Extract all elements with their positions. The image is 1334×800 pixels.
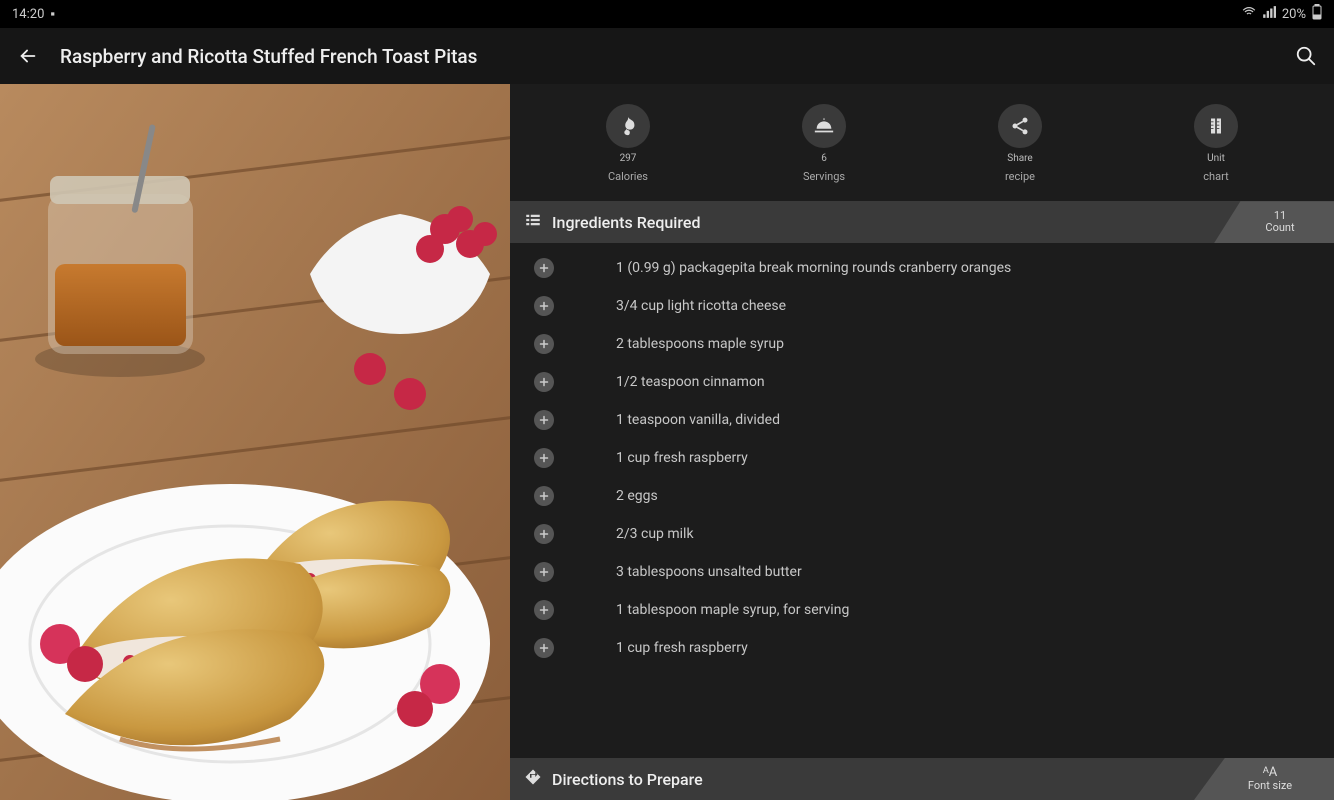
recipe-photo — [0, 84, 510, 800]
add-ingredient-button[interactable] — [534, 410, 554, 430]
ingredients-count-label: Count — [1265, 222, 1294, 234]
battery-icon — [1312, 4, 1322, 24]
share-icon — [998, 104, 1042, 148]
unit-label: chart — [1203, 170, 1228, 183]
add-ingredient-button[interactable] — [534, 524, 554, 544]
ingredient-row: 1/2 teaspoon cinnamon — [510, 363, 1334, 401]
calories-value: 297 — [620, 154, 637, 164]
add-ingredient-button[interactable] — [534, 562, 554, 582]
add-ingredient-button[interactable] — [534, 486, 554, 506]
ingredient-text: 2/3 cup milk — [586, 526, 694, 542]
unit-chart-metric[interactable]: Unit chart — [1181, 104, 1251, 183]
share-metric[interactable]: Share recipe — [985, 104, 1055, 183]
ingredient-text: 2 eggs — [586, 488, 658, 504]
ingredient-text: 1 (0.99 g) packagepita break morning rou… — [586, 260, 1011, 276]
directions-title: Directions to Prepare — [552, 770, 703, 789]
search-button[interactable] — [1294, 44, 1318, 68]
unit-value: Unit — [1207, 154, 1225, 164]
signal-icon — [1262, 5, 1276, 23]
ingredient-text: 1 tablespoon maple syrup, for serving — [586, 602, 849, 618]
calories-metric[interactable]: 297 Calories — [593, 104, 663, 183]
servings-label: Servings — [803, 170, 845, 183]
ingredients-list[interactable]: 1 (0.99 g) packagepita break morning rou… — [510, 243, 1334, 758]
ingredient-row: 2 tablespoons maple syrup — [510, 325, 1334, 363]
ruler-icon — [1194, 104, 1238, 148]
ingredient-text: 1 teaspoon vanilla, divided — [586, 412, 780, 428]
fontsize-icon: ᴬA — [1263, 766, 1277, 780]
share-value: Share — [1007, 154, 1032, 164]
status-bar: 14:20 ▪ 20% — [0, 0, 1334, 28]
battery-percent: 20% — [1282, 7, 1306, 22]
fontsize-chip[interactable]: ᴬA Font size — [1194, 758, 1334, 800]
add-ingredient-button[interactable] — [534, 334, 554, 354]
add-ingredient-button[interactable] — [534, 600, 554, 620]
ingredients-count-chip[interactable]: 11 Count — [1214, 201, 1334, 243]
flame-icon — [606, 104, 650, 148]
add-ingredient-button[interactable] — [534, 638, 554, 658]
directions-header[interactable]: Directions to Prepare ᴬA Font size — [510, 758, 1334, 800]
ingredient-row: 1 cup fresh raspberry — [510, 629, 1334, 667]
ingredient-row: 3/4 cup light ricotta cheese — [510, 287, 1334, 325]
ingredient-row: 2 eggs — [510, 477, 1334, 515]
ingredient-row: 1 tablespoon maple syrup, for serving — [510, 591, 1334, 629]
ingredients-header: Ingredients Required 11 Count — [510, 201, 1334, 243]
add-ingredient-button[interactable] — [534, 296, 554, 316]
add-ingredient-button[interactable] — [534, 372, 554, 392]
metrics-row: 297 Calories 6 Servings Share recipe — [510, 84, 1334, 201]
add-ingredient-button[interactable] — [534, 448, 554, 468]
wifi-icon — [1242, 5, 1256, 23]
calories-label: Calories — [608, 170, 648, 183]
dish-icon — [802, 104, 846, 148]
back-button[interactable] — [16, 44, 40, 68]
ingredient-row: 1 cup fresh raspberry — [510, 439, 1334, 477]
recipe-content: 297 Calories 6 Servings Share recipe — [510, 84, 1334, 800]
ingredient-text: 1 cup fresh raspberry — [586, 640, 748, 656]
ingredient-text: 3 tablespoons unsalted butter — [586, 564, 802, 580]
servings-metric[interactable]: 6 Servings — [789, 104, 859, 183]
share-label: recipe — [1005, 170, 1035, 183]
servings-value: 6 — [821, 154, 827, 164]
notification-icon: ▪ — [50, 6, 55, 22]
list-icon — [524, 211, 542, 233]
status-time: 14:20 — [12, 7, 44, 22]
page-title: Raspberry and Ricotta Stuffed French Toa… — [60, 45, 1274, 68]
directions-icon — [524, 768, 542, 790]
ingredient-row: 2/3 cup milk — [510, 515, 1334, 553]
ingredient-row: 1 (0.99 g) packagepita break morning rou… — [510, 249, 1334, 287]
ingredient-text: 1 cup fresh raspberry — [586, 450, 748, 466]
ingredient-row: 1 teaspoon vanilla, divided — [510, 401, 1334, 439]
ingredients-title: Ingredients Required — [552, 213, 700, 232]
ingredient-text: 2 tablespoons maple syrup — [586, 336, 784, 352]
app-bar: Raspberry and Ricotta Stuffed French Toa… — [0, 28, 1334, 84]
ingredient-text: 1/2 teaspoon cinnamon — [586, 374, 765, 390]
add-ingredient-button[interactable] — [534, 258, 554, 278]
ingredient-text: 3/4 cup light ricotta cheese — [586, 298, 786, 314]
fontsize-label: Font size — [1248, 780, 1292, 792]
ingredient-row: 3 tablespoons unsalted butter — [510, 553, 1334, 591]
